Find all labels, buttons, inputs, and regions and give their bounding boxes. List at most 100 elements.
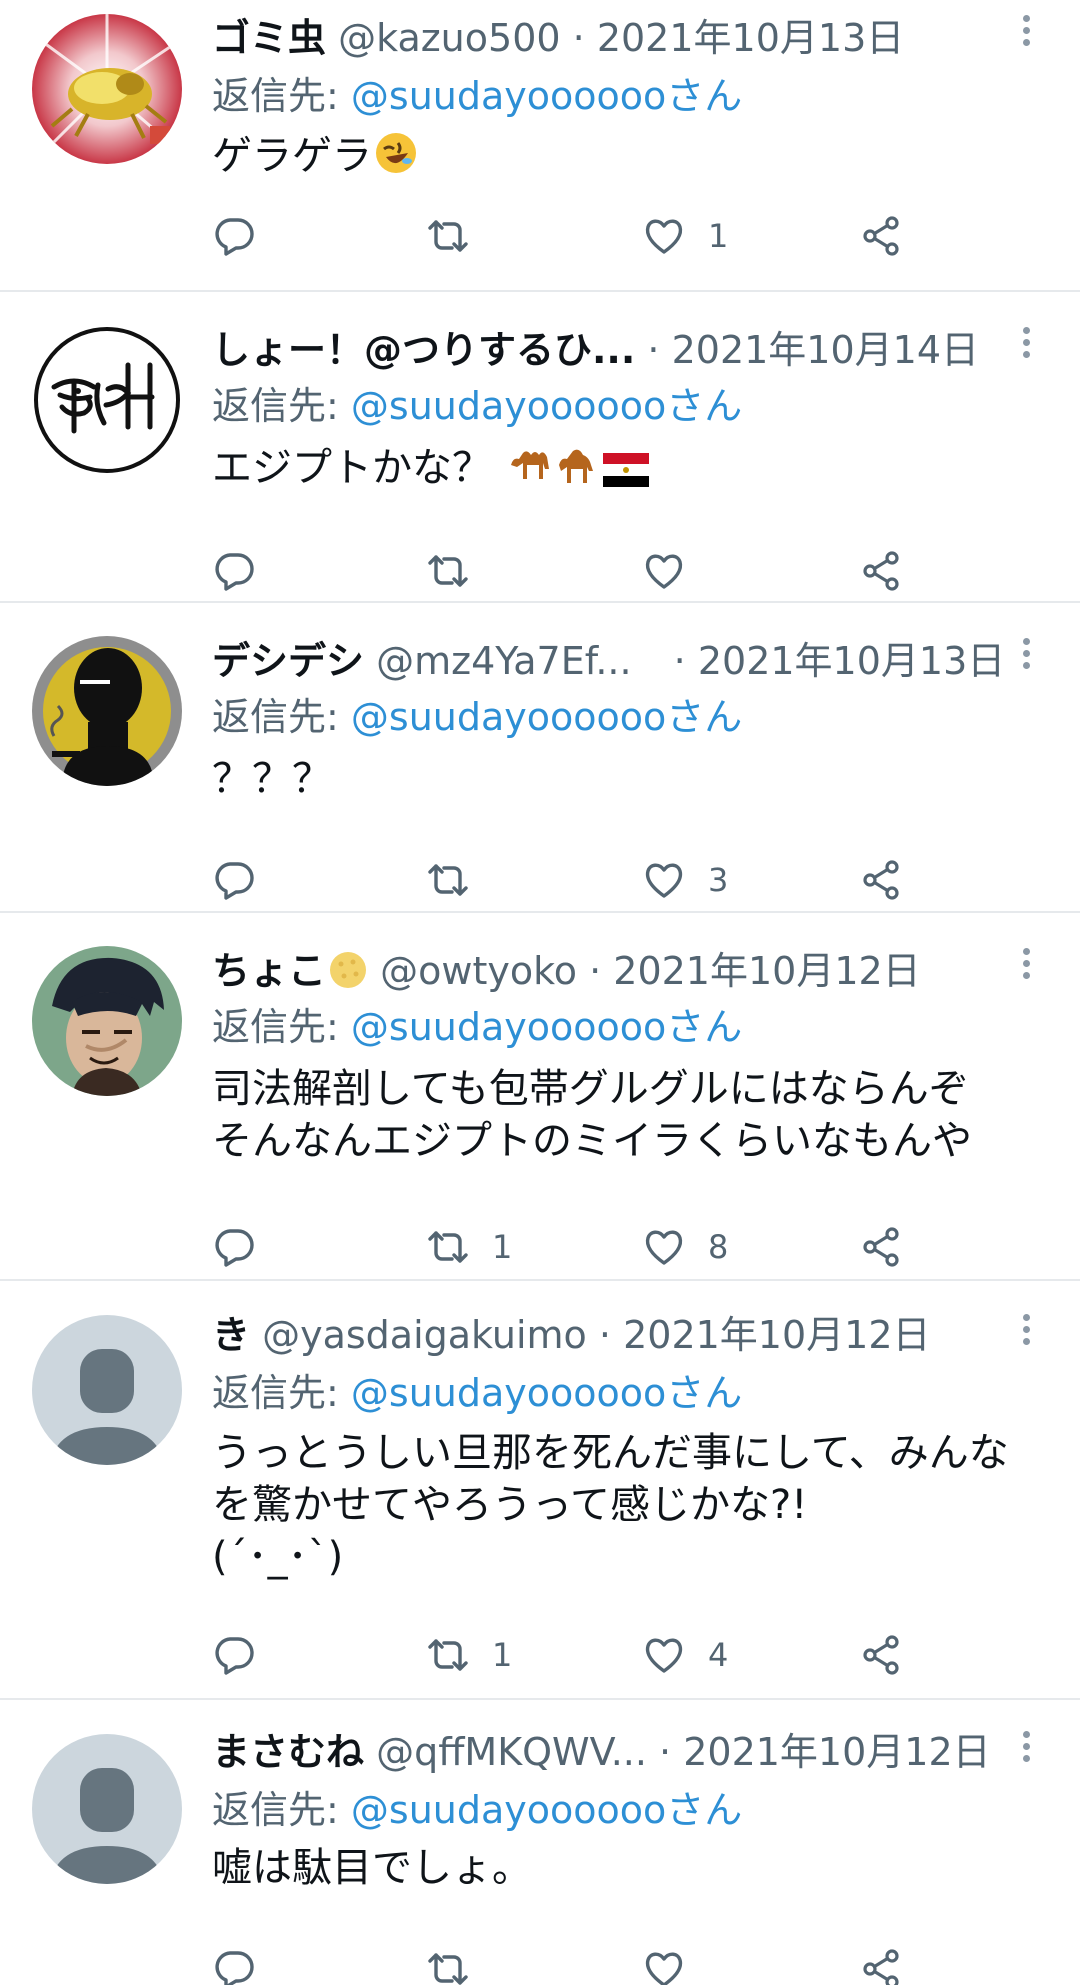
tweet-date[interactable]: 2021年10月12日 [623,1313,930,1357]
reply-button[interactable] [212,856,256,904]
display-name[interactable]: ちょこ [212,949,326,993]
heart-icon [645,554,683,589]
avatar[interactable] [32,325,182,475]
reply-button[interactable] [212,212,256,260]
retweet-button[interactable]: 1 [426,1631,512,1679]
user-handle[interactable]: @owtyoko [380,949,577,993]
tweet-actions: 1 8 [212,1223,912,1271]
avatar[interactable] [32,1734,182,1884]
user-handle[interactable]: @yasdaigakuimo [262,1313,587,1357]
tweet-text: ゲラゲラ [212,130,1050,188]
reply-tweet[interactable]: ゴミ虫 @kazuo500 · 2021年10月13日 返信先: @suuday… [0,0,1080,292]
tweet-date[interactable]: 2021年10月13日 [698,639,1005,683]
reply-button[interactable] [212,1223,256,1271]
separator-dot: · [673,639,686,683]
display-name[interactable]: まさむね [212,1730,364,1774]
reply-to-user-link[interactable]: @suudayooooooさん [351,1371,742,1415]
share-button[interactable] [860,1223,904,1271]
like-button[interactable]: 3 [642,856,728,904]
user-handle[interactable]: @qffMKQWV... [376,1730,647,1774]
display-name[interactable]: しょー！@つりするひ... [212,328,635,372]
avatar[interactable] [32,636,182,786]
tweet-text-line: (´･_･`) [212,1534,344,1580]
tweet-date[interactable]: 2021年10月13日 [597,16,904,60]
display-name[interactable]: き [212,1313,250,1357]
like-button[interactable] [642,1945,708,1985]
share-button[interactable] [860,547,904,595]
reply-tweet[interactable]: しょー！@つりするひ... · 2021年10月14日 返信先: @suuday… [0,292,1080,603]
silhouette-smoking-avatar-icon [32,636,182,786]
retweet-button[interactable] [426,1945,492,1985]
tweet-text-line: 嘘は駄目でしょ。 [212,1845,532,1891]
reply-icon [215,553,254,591]
reply-to-line: 返信先: @suudayooooooさん [212,1003,742,1051]
share-button[interactable] [860,1631,904,1679]
reply-to-user-link[interactable]: @suudayooooooさん [351,695,742,739]
retweet-button[interactable] [426,856,492,904]
retweet-icon [428,864,468,896]
reply-tweet[interactable]: まさむね @qffMKQWV... · 2021年10月12日 返信先: @su… [0,1700,1080,1985]
reply-to-user-link[interactable]: @suudayooooooさん [351,1005,742,1049]
more-options-icon[interactable] [1016,945,1036,985]
reply-to-user-link[interactable]: @suudayooooooさん [351,74,742,118]
tweet-actions: 3 [212,856,912,904]
retweet-icon [428,555,468,587]
share-button[interactable] [860,1945,904,1985]
display-name[interactable]: デシデシ [212,639,364,683]
retweet-icon [428,220,468,252]
reply-to-user-link[interactable]: @suudayooooooさん [351,384,742,428]
user-handle[interactable]: @mz4Ya7Ef... [376,639,631,683]
reply-tweet[interactable]: デシデシ @mz4Ya7Ef... · 2021年10月13日 返信先: @su… [0,603,1080,913]
tweet-date[interactable]: 2021年10月12日 [683,1730,990,1774]
retweet-button[interactable]: 1 [426,1223,512,1271]
reply-to-user-link[interactable]: @suudayooooooさん [351,1788,742,1832]
share-icon [863,860,899,900]
retweet-icon [428,1953,468,1985]
more-options-icon[interactable] [1016,635,1036,675]
avatar[interactable] [32,1315,182,1465]
like-count: 4 [708,1636,729,1674]
reply-button[interactable] [212,547,256,595]
reply-to-line: 返信先: @suudayooooooさん [212,1786,742,1834]
share-icon [863,1227,899,1267]
share-button[interactable] [860,212,904,260]
tweet-actions: 1 4 [212,1631,912,1679]
default-person-avatar-icon [32,1315,182,1465]
reply-tweet[interactable]: ちょこ @owtyoko · 2021年10月12日 返信先: @suudayo… [0,913,1080,1281]
share-button[interactable] [860,856,904,904]
reply-button[interactable] [212,1945,256,1985]
camel-icon [507,445,553,500]
user-handle[interactable]: @kazuo500 [338,16,560,60]
tweet-header: き @yasdaigakuimo · 2021年10月12日 [212,1311,1080,1359]
heart-icon [645,863,683,898]
reply-button[interactable] [212,1631,256,1679]
like-button[interactable] [642,547,708,595]
more-options-icon[interactable] [1016,1728,1036,1768]
tweet-date[interactable]: 2021年10月12日 [613,949,920,993]
tweet-header: まさむね @qffMKQWV... · 2021年10月12日 [212,1728,1080,1776]
reply-prefix: 返信先: [212,695,351,739]
reply-to-line: 返信先: @suudayooooooさん [212,693,742,741]
reply-prefix: 返信先: [212,1005,351,1049]
like-count: 3 [708,861,729,899]
retweet-button[interactable] [426,547,492,595]
more-options-icon[interactable] [1016,324,1036,364]
share-icon [863,216,899,256]
tweet-date[interactable]: 2021年10月14日 [672,328,979,372]
like-button[interactable]: 1 [642,212,728,260]
avatar[interactable] [32,14,182,164]
more-options-icon[interactable] [1016,1311,1036,1351]
avatar[interactable] [32,946,182,1096]
reply-icon [215,1229,254,1267]
like-button[interactable]: 8 [642,1223,728,1271]
display-name[interactable]: ゴミ虫 [212,16,326,60]
reply-tweet[interactable]: き @yasdaigakuimo · 2021年10月12日 返信先: @suu… [0,1281,1080,1700]
retweet-button[interactable] [426,212,492,260]
reply-prefix: 返信先: [212,1371,351,1415]
more-options-icon[interactable] [1016,12,1036,52]
retweet-icon [428,1639,468,1671]
like-button[interactable]: 4 [642,1631,728,1679]
tweet-text: ？？？ [212,753,1050,805]
heart-icon [645,1638,683,1673]
share-icon [863,551,899,591]
